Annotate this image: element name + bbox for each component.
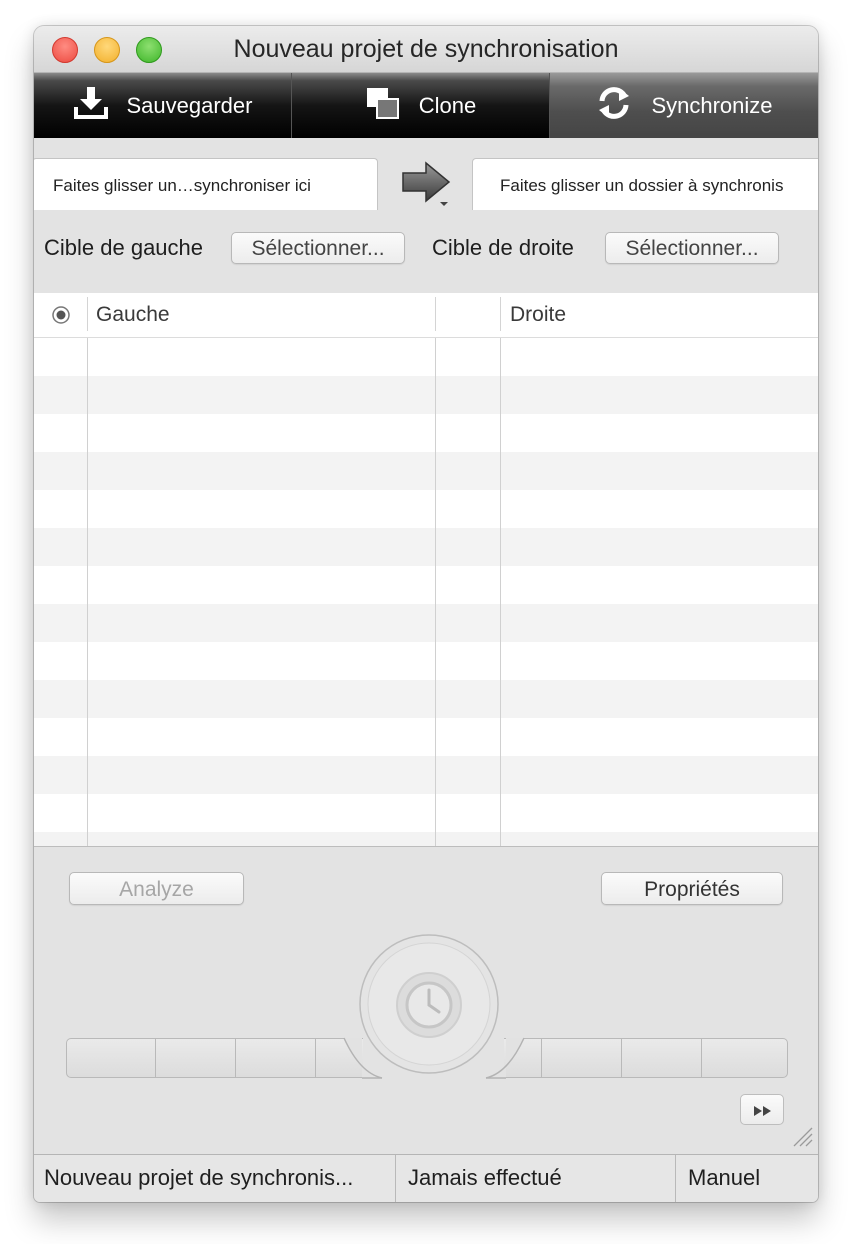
table-row[interactable] bbox=[34, 528, 818, 566]
table-row[interactable] bbox=[34, 756, 818, 794]
sync-icon bbox=[595, 84, 633, 128]
app-window: Nouveau projet de synchronisation Sauveg… bbox=[34, 26, 818, 1202]
table-row[interactable] bbox=[34, 338, 818, 376]
progress-segment bbox=[701, 1038, 788, 1078]
status-mode: Manuel bbox=[688, 1165, 761, 1190]
column-divider bbox=[500, 297, 501, 331]
mode-toolbar: Sauvegarder Clone Synchronize bbox=[34, 73, 818, 138]
comparison-table: Gauche Droite bbox=[34, 293, 818, 846]
table-row[interactable] bbox=[34, 490, 818, 528]
table-row[interactable] bbox=[34, 794, 818, 832]
title-bar: Nouveau projet de synchronisation bbox=[34, 26, 818, 73]
progress-segment bbox=[155, 1038, 236, 1078]
table-rows bbox=[34, 338, 818, 846]
right-select-button[interactable]: Sélectionner... bbox=[605, 232, 779, 264]
window-title: Nouveau projet de synchronisation bbox=[233, 35, 619, 63]
table-row[interactable] bbox=[34, 414, 818, 452]
table-row[interactable] bbox=[34, 642, 818, 680]
column-header-left[interactable]: Gauche bbox=[96, 303, 170, 327]
status-dot-icon[interactable] bbox=[52, 306, 70, 329]
column-line bbox=[500, 338, 501, 846]
column-header-right[interactable]: Droite bbox=[510, 303, 566, 327]
progress-segment bbox=[541, 1038, 622, 1078]
table-bottom-border bbox=[34, 846, 818, 847]
status-last-run: Jamais effectué bbox=[408, 1165, 562, 1190]
clone-icon bbox=[365, 85, 401, 127]
tab-clone[interactable]: Clone bbox=[292, 73, 550, 138]
progress-segment bbox=[235, 1038, 316, 1078]
status-divider bbox=[675, 1155, 676, 1202]
table-row[interactable] bbox=[34, 832, 818, 846]
table-row[interactable] bbox=[34, 452, 818, 490]
table-row[interactable] bbox=[34, 718, 818, 756]
column-divider bbox=[87, 297, 88, 331]
table-row[interactable] bbox=[34, 566, 818, 604]
clock-icon[interactable] bbox=[394, 970, 464, 1045]
fast-forward-button[interactable] bbox=[740, 1094, 784, 1125]
tab-sauvegarder[interactable]: Sauvegarder bbox=[34, 73, 292, 138]
table-row[interactable] bbox=[34, 680, 818, 718]
left-drop-zone[interactable]: Faites glisser un…synchroniser ici bbox=[34, 158, 378, 210]
tab-label: Clone bbox=[418, 92, 477, 118]
download-icon bbox=[73, 85, 109, 127]
analyze-button[interactable]: Analyze bbox=[69, 872, 244, 905]
table-row[interactable] bbox=[34, 376, 818, 414]
right-drop-zone[interactable]: Faites glisser un dossier à synchronis bbox=[472, 158, 818, 210]
right-target-label: Cible de droite bbox=[432, 235, 574, 260]
column-line bbox=[435, 338, 436, 846]
status-divider bbox=[395, 1155, 396, 1202]
progress-segment bbox=[621, 1038, 702, 1078]
column-line bbox=[87, 338, 88, 846]
fast-forward-icon bbox=[753, 1104, 773, 1122]
tab-label: Sauvegarder bbox=[126, 92, 253, 118]
left-select-button[interactable]: Sélectionner... bbox=[231, 232, 405, 264]
column-divider bbox=[435, 297, 436, 331]
status-project-name: Nouveau projet de synchronis... bbox=[44, 1165, 354, 1190]
progress-segment bbox=[66, 1038, 156, 1078]
resize-grip-icon[interactable] bbox=[792, 1126, 814, 1153]
left-target-label: Cible de gauche bbox=[44, 235, 204, 260]
right-arrow-icon[interactable] bbox=[400, 160, 452, 215]
tab-label: Synchronize bbox=[651, 92, 773, 118]
properties-button[interactable]: Propriétés bbox=[601, 872, 783, 905]
status-bar: Nouveau projet de synchronis... Jamais e… bbox=[34, 1154, 818, 1202]
tab-synchronize[interactable]: Synchronize bbox=[550, 73, 818, 138]
table-header: Gauche Droite bbox=[34, 293, 818, 338]
table-row[interactable] bbox=[34, 604, 818, 642]
